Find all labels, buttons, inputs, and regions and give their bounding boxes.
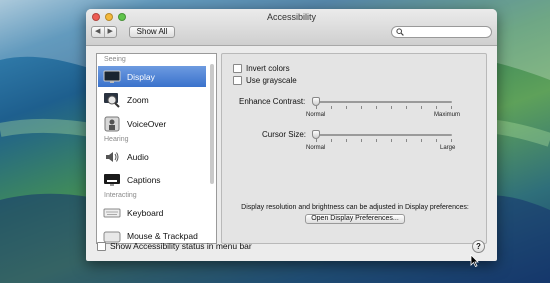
sidebar-item-label: VoiceOver bbox=[127, 118, 167, 129]
sidebar-item-keyboard[interactable]: Keyboard bbox=[98, 202, 206, 223]
search-input[interactable] bbox=[406, 27, 486, 37]
slider-tick bbox=[346, 139, 347, 142]
slider-tick bbox=[361, 139, 362, 142]
slider-tick bbox=[361, 106, 362, 109]
accessibility-window: Accessibility ◀ ▶ Show All Seeing Displa… bbox=[86, 9, 497, 261]
help-button[interactable]: ? bbox=[472, 240, 485, 253]
enhance-contrast-max-label: Maximum bbox=[434, 112, 461, 118]
slider-tick bbox=[331, 106, 332, 109]
slider-tick bbox=[436, 106, 437, 109]
slider-tick bbox=[421, 139, 422, 142]
slider-tick bbox=[436, 139, 437, 142]
display-settings-panel: Invert colors Use grayscale Enhance Cont… bbox=[221, 53, 487, 244]
checkbox-box[interactable] bbox=[233, 76, 242, 85]
search-icon bbox=[396, 28, 404, 36]
slider-tick bbox=[376, 106, 377, 109]
sidebar-item-captions[interactable]: Captions bbox=[98, 169, 206, 190]
slider-tick bbox=[406, 106, 407, 109]
sidebar-scrollbar[interactable] bbox=[210, 64, 214, 184]
checkbox-label: Use grayscale bbox=[246, 76, 297, 85]
sidebar-item-label: Display bbox=[127, 71, 155, 82]
sidebar-item-voiceover[interactable]: VoiceOver bbox=[98, 113, 206, 134]
window-title: Accessibility bbox=[266, 12, 316, 22]
slider-tick bbox=[391, 139, 392, 142]
display-icon bbox=[102, 68, 121, 85]
sidebar-item-audio[interactable]: Audio bbox=[98, 146, 206, 167]
enhance-contrast-label: Enhance Contrast: bbox=[239, 97, 306, 106]
open-display-preferences-button[interactable]: Open Display Preferences... bbox=[305, 214, 405, 224]
enhance-contrast-slider-track[interactable] bbox=[316, 101, 452, 103]
slider-tick bbox=[406, 139, 407, 142]
checkbox-label: Show Accessibility status in menu bar bbox=[110, 241, 252, 251]
use-grayscale-checkbox[interactable]: Use grayscale bbox=[233, 76, 297, 85]
sidebar-item-label: Audio bbox=[127, 151, 149, 162]
titlebar: Accessibility ◀ ▶ Show All bbox=[86, 9, 497, 46]
slider-tick bbox=[331, 139, 332, 142]
slider-tick bbox=[421, 106, 422, 109]
speaker-icon bbox=[102, 148, 121, 165]
cursor-size-slider-track[interactable] bbox=[316, 134, 452, 136]
slider-tick bbox=[316, 106, 317, 109]
cursor-size-min-label: Normal bbox=[306, 145, 326, 151]
zoom-icon bbox=[102, 91, 121, 108]
chevron-left-icon[interactable]: ◀ bbox=[92, 27, 105, 37]
enhance-contrast-ticks bbox=[316, 106, 452, 110]
sidebar-item-label: Zoom bbox=[127, 94, 149, 105]
enhance-contrast-slider-knob[interactable] bbox=[312, 97, 320, 106]
section-seeing: Seeing bbox=[104, 56, 126, 63]
mouse-pointer-icon bbox=[470, 254, 479, 267]
voiceover-icon bbox=[102, 115, 121, 132]
checkbox-box[interactable] bbox=[97, 241, 106, 251]
slider-tick bbox=[316, 139, 317, 142]
section-interacting: Interacting bbox=[104, 192, 137, 199]
sidebar-item-label: Keyboard bbox=[127, 207, 164, 218]
sidebar-item-label: Captions bbox=[127, 174, 161, 185]
cursor-size-label: Cursor Size: bbox=[262, 130, 307, 139]
slider-tick bbox=[451, 106, 452, 109]
cursor-size-ticks bbox=[316, 139, 452, 143]
back-forward-control: ◀ ▶ bbox=[91, 26, 117, 38]
sidebar-item-label: Mouse & Trackpad bbox=[127, 230, 198, 241]
invert-colors-checkbox[interactable]: Invert colors bbox=[233, 64, 290, 73]
cursor-size-max-label: Large bbox=[440, 145, 456, 151]
slider-tick bbox=[391, 106, 392, 109]
slider-tick bbox=[346, 106, 347, 109]
search-field[interactable] bbox=[391, 26, 492, 38]
cursor-size-slider-knob[interactable] bbox=[312, 130, 320, 139]
chevron-right-icon[interactable]: ▶ bbox=[105, 27, 117, 37]
sidebar-item-zoom[interactable]: Zoom bbox=[98, 89, 206, 110]
checkbox-label: Invert colors bbox=[246, 64, 290, 73]
slider-tick bbox=[376, 139, 377, 142]
captions-icon bbox=[102, 171, 121, 188]
display-preferences-note: Display resolution and brightness can be… bbox=[241, 204, 469, 211]
sidebar: Seeing Display Zoom VoiceOver Hearing Au… bbox=[96, 53, 217, 244]
show-all-button[interactable]: Show All bbox=[129, 26, 175, 38]
slider-tick bbox=[451, 139, 452, 142]
section-hearing: Hearing bbox=[104, 136, 129, 143]
checkbox-box[interactable] bbox=[233, 64, 242, 73]
sidebar-item-display[interactable]: Display bbox=[98, 66, 206, 87]
status-menu-checkbox[interactable]: Show Accessibility status in menu bar bbox=[97, 241, 252, 251]
enhance-contrast-min-label: Normal bbox=[306, 112, 326, 118]
keyboard-icon bbox=[102, 204, 121, 221]
